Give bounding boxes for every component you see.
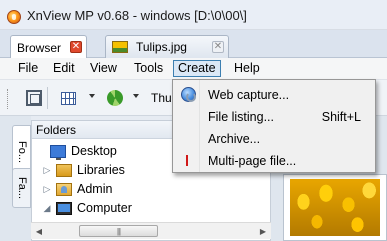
fullscreen-icon <box>26 90 42 106</box>
tree-expander-icon[interactable]: ▷ <box>42 165 52 176</box>
toolbar-grip[interactable] <box>7 89 10 109</box>
menu-item-label: Web capture... <box>208 88 290 102</box>
menu-view[interactable]: View <box>85 60 122 77</box>
thumbnail-frame[interactable] <box>283 174 387 241</box>
tab-tulips[interactable]: Tulips.jpg ✕ <box>105 35 229 58</box>
user-folder-icon <box>56 182 72 196</box>
tab-browser[interactable]: Browser ✕ <box>10 35 87 59</box>
side-tab-favorites[interactable]: Fa... <box>12 168 31 208</box>
tree-expander-icon[interactable]: ◢ <box>42 203 52 214</box>
menu-help[interactable]: Help <box>229 60 265 77</box>
sync-button[interactable] <box>105 88 125 108</box>
menu-tools[interactable]: Tools <box>129 60 168 77</box>
menu-item-archive[interactable]: Archive... <box>175 129 373 149</box>
grid-view-icon <box>60 91 76 105</box>
menu-item-file-listing[interactable]: File listing... Shift+L <box>175 107 373 127</box>
tree-item-libraries[interactable]: ▷ Libraries <box>42 161 125 179</box>
tree-item-label: Libraries <box>77 163 125 177</box>
side-tab-folders-label: Fo... <box>15 140 28 163</box>
menu-item-web-capture[interactable]: Web capture... <box>175 85 373 105</box>
tree-item-label: Desktop <box>71 144 117 158</box>
menu-bar: File Edit View Tools Create Help <box>0 58 387 79</box>
tree-item-desktop[interactable]: Desktop <box>36 142 117 160</box>
computer-icon <box>56 201 72 215</box>
tree-item-label: Admin <box>77 182 113 196</box>
view-mode-dropdown-icon[interactable] <box>89 94 95 98</box>
menu-create[interactable]: Create <box>173 60 221 77</box>
fullscreen-button[interactable] <box>24 88 44 108</box>
tulips-thumbnail <box>290 179 380 236</box>
scrollbar-thumb[interactable]: ||| <box>79 225 158 237</box>
libraries-icon <box>56 163 72 177</box>
menu-item-shortcut: Shift+L <box>321 110 361 124</box>
menu-item-label: File listing... <box>208 110 274 124</box>
scroll-left-icon[interactable]: ◀ <box>31 223 47 239</box>
tab-tulips-close-icon[interactable]: ✕ <box>212 41 224 53</box>
tab-browser-close-icon[interactable]: ✕ <box>70 41 82 53</box>
tab-tulips-label: Tulips.jpg <box>136 40 187 54</box>
globe-icon <box>181 87 196 102</box>
tree-expander-icon[interactable]: ▷ <box>42 184 52 195</box>
image-thumbnail-icon <box>112 41 128 53</box>
menu-item-multi-page-file[interactable]: Multi-page file... <box>175 151 373 171</box>
window-title: XnView MP v0.68 - windows [D:\0\00\] <box>27 8 247 23</box>
folders-horizontal-scrollbar[interactable]: ◀ ||| ▶ <box>31 222 271 239</box>
tab-browser-label: Browser <box>17 40 62 55</box>
desktop-icon <box>50 144 66 160</box>
menu-item-label: Archive... <box>208 132 261 146</box>
menu-file[interactable]: File <box>13 60 43 77</box>
toolbar-separator <box>47 87 48 109</box>
create-menu-dropdown: Web capture... File listing... Shift+L A… <box>172 79 376 173</box>
thumbnails-label[interactable]: Thu <box>151 91 172 105</box>
multipage-icon <box>186 155 188 166</box>
title-bar: XnView MP v0.68 - windows [D:\0\00\] <box>0 0 387 30</box>
sync-dropdown-icon[interactable] <box>133 94 139 98</box>
scroll-right-icon[interactable]: ▶ <box>255 223 271 239</box>
tree-item-computer[interactable]: ◢ Computer <box>42 199 132 217</box>
tree-item-admin[interactable]: ▷ Admin <box>42 180 113 198</box>
menu-item-label: Multi-page file... <box>208 154 297 168</box>
view-mode-button[interactable] <box>58 88 78 108</box>
refresh-icon <box>107 90 123 106</box>
side-tab-favorites-label: Fa... <box>15 176 28 200</box>
document-tabs: Browser ✕ Tulips.jpg ✕ <box>0 30 387 59</box>
tree-item-label: Computer <box>77 201 132 215</box>
xnview-logo-icon <box>7 10 21 24</box>
menu-edit[interactable]: Edit <box>48 60 80 77</box>
